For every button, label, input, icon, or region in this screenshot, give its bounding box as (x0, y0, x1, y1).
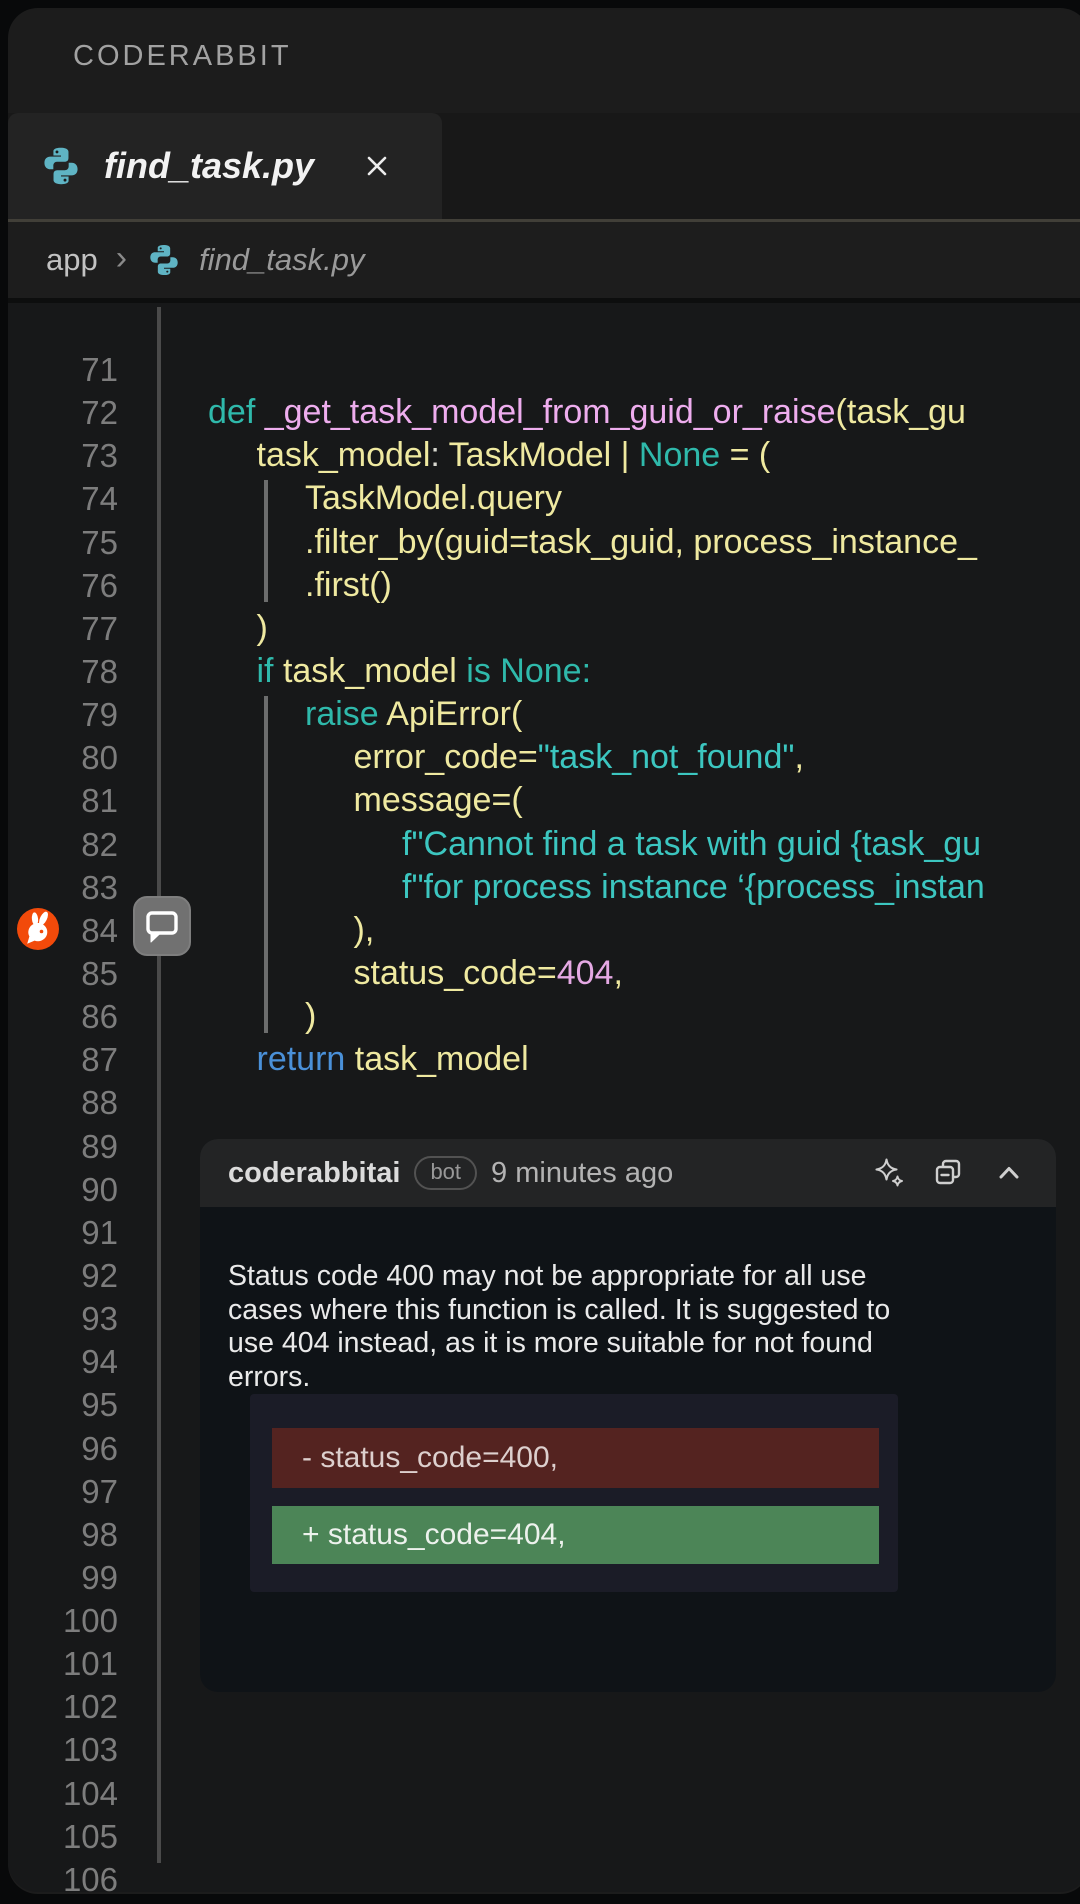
line-number: 82 (8, 823, 118, 866)
collapse-chevron-icon[interactable] (992, 1156, 1026, 1190)
line-number: 93 (8, 1297, 118, 1340)
comment-author: coderabbitai (228, 1157, 400, 1190)
comment-bubble-icon[interactable] (133, 896, 191, 956)
coderabbit-rabbit-icon[interactable] (16, 907, 60, 951)
line-number: 77 (8, 607, 118, 650)
line-number: 76 (8, 564, 118, 607)
review-comment-card: coderabbitai bot 9 minutes ago (200, 1139, 1056, 1692)
line-number: 78 (8, 650, 118, 693)
code-line: f"Cannot find a task with guid {task_gu (402, 823, 981, 866)
line-number: 75 (8, 521, 118, 564)
gutter-divider (157, 307, 161, 1863)
tab-find-task[interactable]: find_task.py (8, 113, 442, 219)
code-line: raise ApiError( (305, 693, 522, 736)
code-line: ) (305, 995, 316, 1038)
bot-badge: bot (414, 1156, 477, 1190)
code-line: return task_model (257, 1038, 529, 1081)
line-number: 105 (8, 1815, 118, 1858)
line-number: 90 (8, 1168, 118, 1211)
line-number: 96 (8, 1427, 118, 1470)
chevron-right-icon: › (116, 239, 127, 278)
line-number: 85 (8, 952, 118, 995)
code-line: .first() (305, 564, 392, 607)
indent-guide (264, 696, 268, 1033)
comment-body-line: use 404 instead, as it is more suitable … (228, 1327, 1028, 1361)
copy-icon[interactable] (932, 1156, 966, 1190)
python-icon (145, 241, 183, 279)
line-number: 102 (8, 1685, 118, 1728)
diff-suggestion-block: - status_code=400, + status_code=404, (250, 1394, 898, 1592)
comment-header: coderabbitai bot 9 minutes ago (200, 1139, 1056, 1207)
line-number: 94 (8, 1340, 118, 1383)
app-title: CODERABBIT (73, 40, 292, 73)
comment-body-line: Status code 400 may not be appropriate f… (228, 1260, 1028, 1294)
code-line: f"for process instance ‘{process_instan (402, 866, 985, 909)
line-number: 106 (8, 1858, 118, 1892)
line-number: 86 (8, 995, 118, 1038)
line-number: 103 (8, 1728, 118, 1771)
line-number: 73 (8, 434, 118, 477)
line-number: 81 (8, 779, 118, 822)
comment-actions (872, 1156, 1026, 1190)
line-number: 98 (8, 1513, 118, 1556)
comment-body-text: Status code 400 may not be appropriate f… (228, 1260, 1028, 1394)
python-icon (38, 143, 84, 189)
line-number: 79 (8, 693, 118, 736)
line-number: 88 (8, 1081, 118, 1124)
breadcrumb: app › find_task.py (8, 222, 1080, 298)
line-number: 72 (8, 391, 118, 434)
code-line: ) (257, 607, 268, 650)
comment-body-line: errors. (228, 1361, 1028, 1395)
line-number: 74 (8, 477, 118, 520)
breadcrumb-filename[interactable]: find_task.py (199, 242, 364, 278)
line-number: 89 (8, 1125, 118, 1168)
line-number: 71 (8, 348, 118, 391)
close-icon[interactable] (360, 149, 394, 183)
breadcrumb-folder[interactable]: app (46, 242, 98, 278)
code-line: message=( (354, 779, 523, 822)
diff-removed-line: - status_code=400, (272, 1428, 879, 1488)
diff-added-line: + status_code=404, (272, 1506, 879, 1564)
line-number: 95 (8, 1383, 118, 1426)
line-number: 91 (8, 1211, 118, 1254)
code-line: task_model: TaskModel | None = ( (257, 434, 771, 477)
line-number: 100 (8, 1599, 118, 1642)
line-number: 87 (8, 1038, 118, 1081)
code-line: error_code="task_not_found", (354, 736, 804, 779)
line-number: 92 (8, 1254, 118, 1297)
indent-guide (264, 480, 268, 601)
code-line: status_code=404, (354, 952, 623, 995)
code-editor: 7172737475767778798081828384858687888990… (8, 303, 1080, 1892)
tab-filename: find_task.py (104, 145, 314, 187)
line-number: 80 (8, 736, 118, 779)
code-line: def _get_task_model_from_guid_or_raise(t… (208, 391, 966, 434)
code-line: .filter_by(guid=task_guid, process_insta… (305, 521, 977, 564)
comment-body-line: cases where this function is called. It … (228, 1294, 1028, 1328)
sparkles-icon[interactable] (872, 1156, 906, 1190)
line-number: 104 (8, 1772, 118, 1815)
line-number: 99 (8, 1556, 118, 1599)
line-number: 101 (8, 1642, 118, 1685)
code-line: ), (354, 909, 375, 952)
line-number: 83 (8, 866, 118, 909)
line-number: 97 (8, 1470, 118, 1513)
comment-timestamp: 9 minutes ago (491, 1157, 673, 1190)
code-line: if task_model is None: (257, 650, 592, 693)
code-line: TaskModel.query (305, 477, 562, 520)
